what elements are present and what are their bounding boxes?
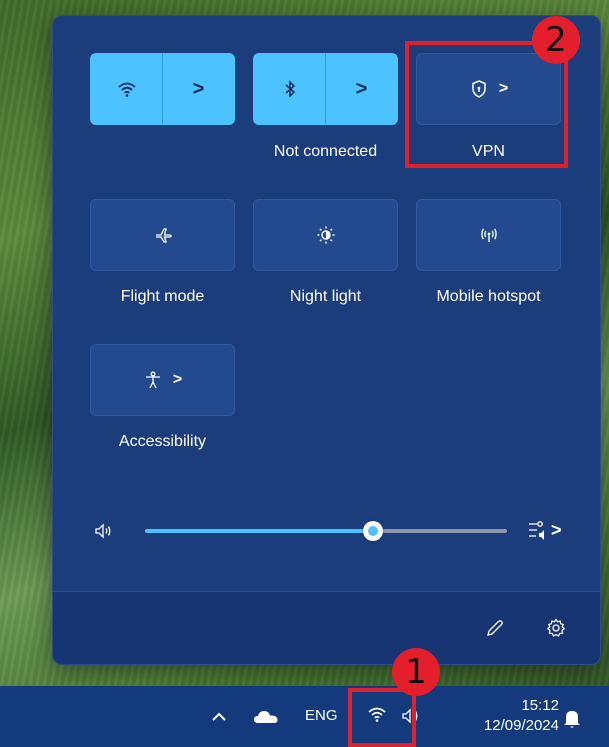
accessibility-icon	[145, 371, 160, 389]
bluetooth-tile[interactable]: >	[253, 53, 398, 125]
volume-row: >	[93, 516, 563, 546]
volume-thumb[interactable]	[363, 521, 384, 541]
audio-output-button[interactable]: >	[527, 518, 562, 542]
clock[interactable]: 15:12 12/09/2024	[484, 696, 559, 736]
brightness-icon	[317, 226, 334, 244]
audio-output-chevron: >	[551, 519, 562, 540]
bluetooth-expand-button[interactable]: >	[326, 54, 397, 124]
night-light-tile[interactable]	[253, 199, 398, 271]
hotspot-icon	[480, 228, 497, 242]
bluetooth-icon	[285, 80, 295, 98]
speaker-icon[interactable]	[93, 521, 113, 541]
marker-1: 1	[392, 648, 440, 696]
volume-fill	[145, 529, 374, 533]
language-indicator[interactable]: ENG	[305, 707, 338, 724]
volume-slider[interactable]	[145, 521, 507, 541]
quick-settings-footer	[53, 591, 600, 664]
accessibility-chevron: >	[172, 371, 183, 388]
night-light-label: Night light	[289, 288, 362, 305]
wifi-expand-button[interactable]: >	[163, 54, 234, 124]
flight-mode-label: Flight mode	[120, 288, 205, 305]
pencil-icon[interactable]	[485, 618, 505, 638]
wifi-toggle[interactable]	[91, 54, 162, 124]
mobile-hotspot-label: Mobile hotspot	[436, 288, 541, 305]
chevron-up-icon[interactable]	[210, 708, 228, 726]
marker-2: 2	[532, 16, 580, 64]
time-text: 15:12	[521, 697, 559, 714]
cloud-icon[interactable]	[253, 708, 279, 726]
wifi-icon	[117, 82, 136, 97]
audio-output-icon	[529, 521, 544, 540]
taskbar: ENG 15:12 12/09/2024	[0, 686, 609, 747]
airplane-icon	[155, 228, 172, 243]
bluetooth-label: Not connected	[273, 143, 378, 160]
bluetooth-toggle[interactable]	[254, 54, 325, 124]
bell-icon[interactable]	[562, 708, 582, 730]
date-text: 12/09/2024	[483, 717, 559, 734]
wifi-highlight-box	[348, 688, 416, 747]
mobile-hotspot-tile[interactable]	[416, 199, 561, 271]
gear-icon[interactable]	[546, 618, 566, 638]
accessibility-label: Accessibility	[118, 433, 207, 450]
accessibility-tile[interactable]: >	[90, 344, 235, 416]
flight-mode-tile[interactable]	[90, 199, 235, 271]
wifi-tile[interactable]: >	[90, 53, 235, 125]
